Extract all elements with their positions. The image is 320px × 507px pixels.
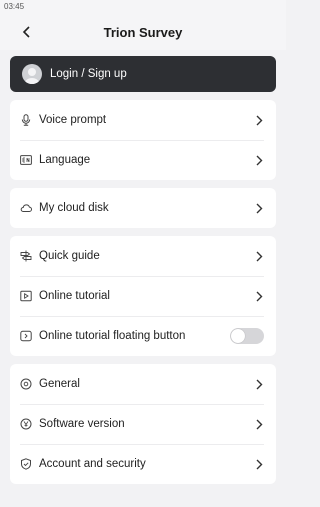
chevron-right-icon xyxy=(254,154,264,166)
chevron-right-icon xyxy=(254,418,264,430)
chevron-right-icon xyxy=(254,378,264,390)
menu-item-label: Online tutorial floating button xyxy=(39,330,186,342)
settings-group-system: General Software version Account and sec… xyxy=(10,364,276,484)
menu-item-label: Quick guide xyxy=(39,250,100,262)
menu-item-label: General xyxy=(39,378,80,390)
floating-button-icon xyxy=(20,330,32,342)
settings-group-cloud: My cloud disk xyxy=(10,188,276,228)
chevron-right-icon xyxy=(254,458,264,470)
back-button[interactable] xyxy=(16,22,36,42)
avatar-icon xyxy=(22,64,42,84)
page-title: Trion Survey xyxy=(103,24,183,40)
cloud-icon xyxy=(20,202,32,214)
status-bar: 03:45 xyxy=(0,0,286,14)
chevron-right-icon xyxy=(254,290,264,302)
menu-item-language[interactable]: Language xyxy=(10,140,276,180)
toggle-knob xyxy=(231,329,245,343)
menu-item-cloud-disk[interactable]: My cloud disk xyxy=(10,188,276,228)
floating-button-toggle[interactable] xyxy=(230,328,264,344)
language-icon xyxy=(20,154,32,166)
menu-item-voice-prompt[interactable]: Voice prompt xyxy=(10,100,276,140)
nav-bar: Trion Survey xyxy=(0,14,286,50)
menu-item-label: Account and security xyxy=(39,458,146,470)
chevron-right-icon xyxy=(254,114,264,126)
menu-item-online-tutorial[interactable]: Online tutorial xyxy=(10,276,276,316)
menu-item-label: Voice prompt xyxy=(39,114,107,126)
general-icon xyxy=(20,378,32,390)
play-icon xyxy=(20,290,32,302)
settings-screen: 03:45 Trion Survey Login / Sign up Voice… xyxy=(0,0,286,507)
login-label: Login / Sign up xyxy=(50,68,127,80)
settings-group-audio-language: Voice prompt Language xyxy=(10,100,276,180)
microphone-icon xyxy=(20,114,32,126)
menu-item-label: Software version xyxy=(39,418,125,430)
chevron-right-icon xyxy=(254,202,264,214)
status-time: 03:45 xyxy=(4,2,25,11)
chevron-left-icon xyxy=(22,26,30,38)
shield-icon xyxy=(20,458,32,470)
chevron-right-icon xyxy=(254,250,264,262)
login-signup-button[interactable]: Login / Sign up xyxy=(10,56,276,92)
menu-item-general[interactable]: General xyxy=(10,364,276,404)
menu-item-floating-button: Online tutorial floating button xyxy=(10,316,276,356)
version-icon xyxy=(20,418,32,430)
menu-item-software-version[interactable]: Software version xyxy=(10,404,276,444)
menu-item-label: My cloud disk xyxy=(39,202,109,214)
menu-item-account-security[interactable]: Account and security xyxy=(10,444,276,484)
menu-item-label: Language xyxy=(39,154,91,166)
guide-icon xyxy=(20,250,32,262)
settings-group-help: Quick guide Online tutorial Online tutor… xyxy=(10,236,276,356)
menu-item-quick-guide[interactable]: Quick guide xyxy=(10,236,276,276)
menu-item-label: Online tutorial xyxy=(39,290,110,302)
